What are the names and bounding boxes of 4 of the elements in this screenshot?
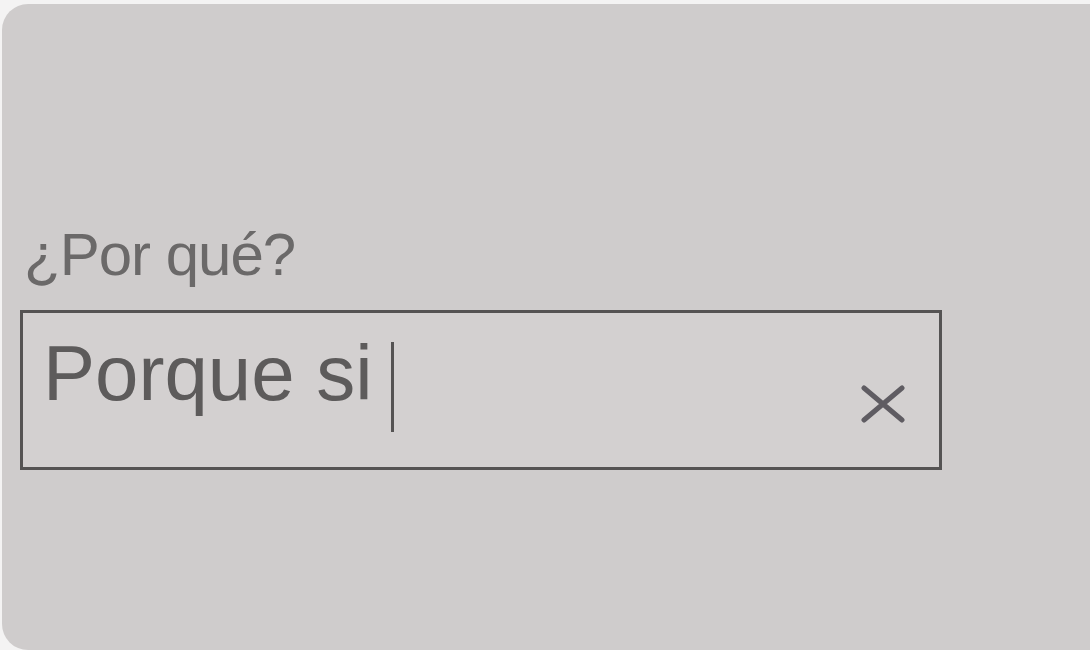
- clear-button[interactable]: [861, 385, 905, 423]
- question-label: ¿Por qué?: [24, 222, 296, 288]
- close-icon: [861, 385, 905, 423]
- text-field[interactable]: Porque si: [20, 310, 942, 470]
